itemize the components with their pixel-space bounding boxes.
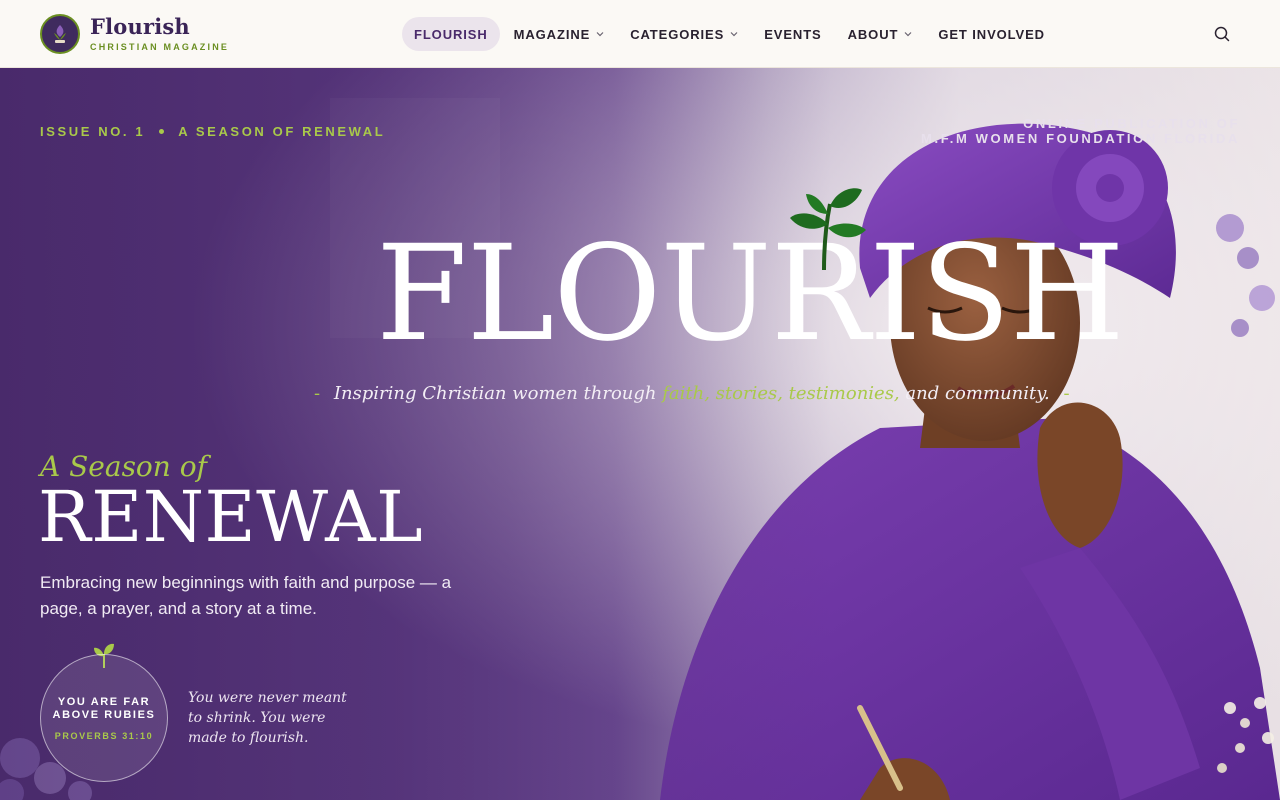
tagline-prefix: Inspiring Christian women through <box>333 383 657 404</box>
tagline-dash: - <box>314 383 321 404</box>
hero-quote: You were never meant to shrink. You were… <box>188 690 347 746</box>
nav-item-label: ABOUT <box>847 26 899 42</box>
nav-item-label: EVENTS <box>764 26 822 42</box>
chevron-down-icon <box>730 30 738 38</box>
feature-description: Embracing new beginnings with faith and … <box>40 573 452 618</box>
publication-line-2: M.F.M WOMEN FOUNDATION FLORIDA <box>921 131 1240 146</box>
main-nav: FLOURISH MAGAZINE CATEGORIES EVENTS ABOU… <box>402 17 1059 51</box>
brand-subtitle: CHRISTIAN MAGAZINE <box>90 42 230 52</box>
search-icon <box>1212 26 1232 48</box>
nav-item-label: FLOURISH <box>414 26 488 42</box>
hero-section: ISSUE NO. 1 A SEASON OF RENEWAL ONLINE P… <box>0 68 1280 800</box>
search-button[interactable] <box>1212 24 1232 44</box>
nav-item-categories[interactable]: CATEGORIES <box>618 17 750 51</box>
separator-dot <box>159 129 165 134</box>
chevron-down-icon <box>904 30 912 38</box>
nav-item-about[interactable]: ABOUT <box>836 17 925 51</box>
tagline-suffix: and community. <box>905 383 1050 404</box>
hero-tagline: - Inspiring Christian women through fait… <box>306 383 1070 404</box>
brand-logo-link[interactable]: Flourish CHRISTIAN MAGAZINE <box>40 14 229 54</box>
nav-item-flourish[interactable]: FLOURISH <box>402 17 500 51</box>
masthead-title: FLOURISH <box>376 217 1125 371</box>
brand-name: Flourish <box>90 14 190 39</box>
issue-number: ISSUE NO. 1 <box>40 124 146 139</box>
feature-title: RENEWAL <box>38 476 424 558</box>
nav-item-label: CATEGORIES <box>630 26 725 42</box>
nav-item-events[interactable]: EVENTS <box>752 17 833 51</box>
leaf-sprig-icon <box>790 188 866 271</box>
nav-item-label: GET INVOLVED <box>938 26 1045 42</box>
tagline-dash: - <box>1063 383 1070 404</box>
nav-item-magazine[interactable]: MAGAZINE <box>502 17 617 51</box>
nav-item-label: MAGAZINE <box>513 26 591 42</box>
publication-line-1: ONLINE PUBLICATION OF <box>1023 116 1240 131</box>
flourish-logo-icon <box>40 14 80 54</box>
chevron-down-icon <box>596 30 604 38</box>
badge-title: YOU ARE FAR ABOVE RUBIES <box>52 695 156 721</box>
site-header: Flourish CHRISTIAN MAGAZINE FLOURISH MAG… <box>0 0 1280 68</box>
scripture-badge: YOU ARE FAR ABOVE RUBIES PROVERBS 31:10 <box>40 654 168 782</box>
issue-theme: A SEASON OF RENEWAL <box>178 124 386 139</box>
nav-item-get-involved[interactable]: GET INVOLVED <box>926 17 1057 51</box>
publication-credit: ONLINE PUBLICATION OF M.F.M WOMEN FOUNDA… <box>921 116 1240 146</box>
tagline-accent: faith, stories, testimonies, <box>662 383 900 404</box>
badge-reference: PROVERBS 31:10 <box>54 730 154 741</box>
issue-label: ISSUE NO. 1 A SEASON OF RENEWAL <box>40 124 385 139</box>
